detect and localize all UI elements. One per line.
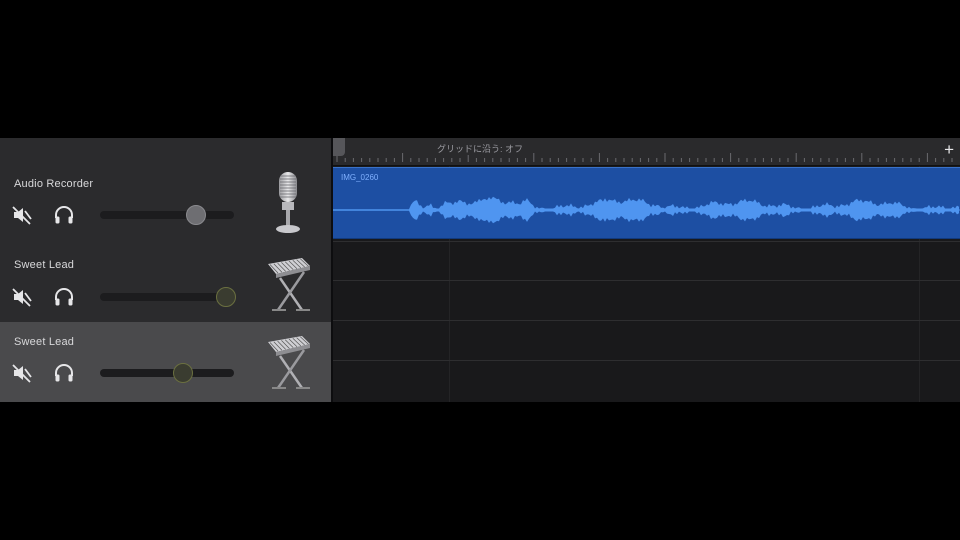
tracks-area[interactable]: IMG_0260 <box>333 166 960 402</box>
volume-slider-knob[interactable] <box>173 363 194 383</box>
track-header-audio-recorder[interactable]: Audio Recorder <box>0 138 332 242</box>
lane-divider <box>333 241 960 242</box>
track-header-sweet-lead-selected[interactable]: Sweet Lead <box>0 322 332 402</box>
audio-region[interactable]: IMG_0260 <box>333 167 960 239</box>
track-name: Sweet Lead <box>14 259 75 271</box>
mute-icon[interactable] <box>11 286 33 308</box>
volume-slider-knob[interactable] <box>186 205 207 225</box>
volume-slider[interactable] <box>100 287 236 307</box>
solo-headphones-icon[interactable] <box>53 286 75 308</box>
snap-to-grid-label[interactable]: グリッドに沿う: オフ <box>433 142 528 155</box>
lane-divider <box>333 360 960 361</box>
track-headers: Audio Recorder Sweet Lead Sweet Lead <box>0 138 332 402</box>
playhead-handle[interactable] <box>333 138 345 156</box>
lane-divider <box>333 320 960 321</box>
ruler-ticks <box>333 153 960 166</box>
track-name: Audio Recorder <box>14 178 94 190</box>
mute-icon[interactable] <box>11 362 33 384</box>
region-name: IMG_0260 <box>341 173 379 182</box>
microphone-icon <box>262 172 314 234</box>
add-track-button[interactable]: + <box>944 141 954 159</box>
lane-divider <box>333 280 960 281</box>
volume-slider-knob[interactable] <box>215 287 236 307</box>
track-header-sweet-lead[interactable]: Sweet Lead <box>0 242 332 322</box>
mute-icon[interactable] <box>11 204 33 226</box>
keyboard-stand-icon <box>262 252 314 314</box>
solo-headphones-icon[interactable] <box>53 362 75 384</box>
waveform <box>333 196 960 224</box>
timeline-ruler[interactable]: グリッドに沿う: オフ + <box>333 138 960 166</box>
volume-slider[interactable] <box>100 363 234 383</box>
solo-headphones-icon[interactable] <box>53 204 75 226</box>
track-name: Sweet Lead <box>14 336 75 348</box>
volume-slider[interactable] <box>100 205 234 225</box>
garageband-tracks-view: Audio Recorder Sweet Lead Sweet Lead グリッ… <box>0 138 960 402</box>
keyboard-stand-icon <box>262 330 314 392</box>
